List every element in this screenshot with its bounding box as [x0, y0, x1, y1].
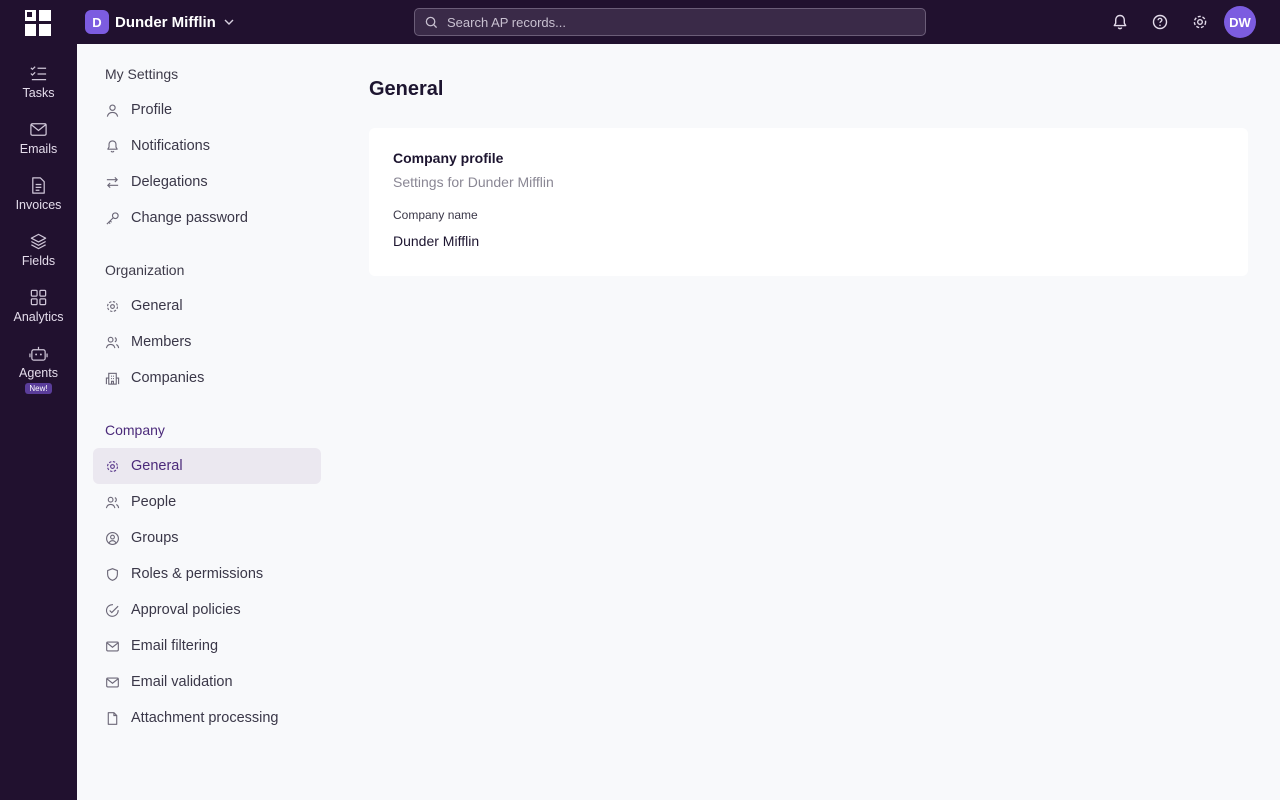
card-subtitle: Settings for Dunder Mifflin	[393, 174, 554, 190]
search-icon	[425, 16, 438, 28]
users-icon	[105, 336, 120, 348]
top-bar: D Dunder Mifflin DW	[0, 0, 1280, 44]
app-logo-icon[interactable]	[25, 10, 51, 36]
help-icon[interactable]	[1151, 13, 1169, 31]
nav-label: Attachment processing	[131, 710, 279, 726]
rail-item-tasks[interactable]: Tasks	[0, 64, 77, 114]
rail-label: Analytics	[13, 310, 64, 324]
rail-item-analytics[interactable]: Analytics	[0, 288, 77, 338]
user-circle-icon	[106, 531, 119, 545]
nav-label: Notifications	[131, 138, 210, 154]
nav-item-delegations[interactable]: Delegations	[93, 164, 321, 200]
nav-item-people[interactable]: People	[93, 484, 321, 520]
nav-item-org-general[interactable]: General	[93, 288, 321, 324]
nav-item-company-general[interactable]: General	[93, 448, 321, 484]
nav-item-approval-policies[interactable]: Approval policies	[93, 592, 321, 628]
user-avatar[interactable]: DW	[1224, 6, 1256, 38]
nav-item-roles-permissions[interactable]: Roles & permissions	[93, 556, 321, 592]
search-box[interactable]	[414, 8, 926, 36]
company-name-value: Dunder Mifflin	[393, 233, 480, 249]
nav-label: General	[131, 298, 183, 314]
swap-arrows-icon	[106, 176, 119, 188]
gear-icon	[106, 460, 119, 472]
nav-label: General	[131, 458, 183, 474]
rail-label: Tasks	[22, 86, 55, 100]
rail-label: Fields	[21, 254, 56, 268]
nav-label: Change password	[131, 210, 248, 226]
rail-item-agents[interactable]: Agents New!	[0, 344, 77, 400]
nav-label: Delegations	[131, 174, 208, 190]
mail-icon	[30, 123, 47, 136]
nav-item-members[interactable]: Members	[93, 324, 321, 360]
nav-item-groups[interactable]: Groups	[93, 520, 321, 556]
nav-item-companies[interactable]: Companies	[93, 360, 321, 396]
org-avatar: D	[85, 10, 109, 34]
app-rail: Tasks Emails Invoices Fields Analytics A…	[0, 44, 77, 800]
rail-item-fields[interactable]: Fields	[0, 232, 77, 282]
nav-label: Roles & permissions	[131, 566, 264, 582]
settings-icon[interactable]	[1191, 13, 1209, 31]
company-name-label: Company name	[393, 208, 478, 222]
nav-item-change-password[interactable]: Change password	[93, 200, 321, 236]
nav-item-attachment-processing[interactable]: Attachment processing	[93, 700, 321, 736]
rail-label: Agents	[19, 366, 58, 380]
section-title-my-settings: My Settings	[105, 66, 179, 82]
nav-label: People	[131, 494, 177, 510]
shield-icon	[107, 567, 118, 581]
company-profile-card: Company profile Settings for Dunder Miff…	[369, 128, 1248, 276]
rail-item-emails[interactable]: Emails	[0, 120, 77, 170]
org-switcher[interactable]: D Dunder Mifflin	[85, 10, 235, 34]
section-title-organization: Organization	[105, 262, 185, 278]
nav-item-notifications[interactable]: Notifications	[93, 128, 321, 164]
nav-item-profile[interactable]: Profile	[93, 92, 321, 128]
layers-icon	[30, 233, 47, 250]
nav-label: Groups	[131, 530, 179, 546]
chevron-down-icon	[224, 19, 234, 25]
new-badge: New!	[25, 383, 52, 394]
card-title: Company profile	[393, 150, 504, 166]
rail-label: Invoices	[15, 198, 62, 212]
nav-label: Email filtering	[131, 638, 219, 654]
mail-icon	[106, 677, 119, 687]
grid-icon	[30, 289, 47, 306]
tasks-icon	[30, 66, 47, 81]
building-icon	[105, 372, 120, 385]
check-circle-icon	[105, 603, 119, 617]
nav-label: Approval policies	[131, 602, 241, 618]
users-icon	[105, 496, 120, 508]
nav-label: Email validation	[131, 674, 233, 690]
rail-label: Emails	[19, 142, 58, 156]
nav-item-email-filtering[interactable]: Email filtering	[93, 628, 321, 664]
bell-icon	[107, 139, 118, 153]
key-icon	[106, 211, 119, 225]
org-name: Dunder Mifflin	[115, 13, 216, 31]
gear-icon	[106, 300, 119, 312]
section-title-company: Company	[105, 422, 165, 438]
file-icon	[107, 711, 118, 725]
nav-label: Profile	[131, 102, 173, 118]
mail-icon	[106, 641, 119, 651]
nav-label: Companies	[131, 370, 205, 386]
user-icon	[106, 104, 119, 117]
document-icon	[32, 177, 45, 194]
robot-icon	[29, 346, 48, 361]
nav-label: Members	[131, 334, 192, 350]
page-title: General	[369, 78, 444, 100]
rail-item-invoices[interactable]: Invoices	[0, 176, 77, 226]
search-input[interactable]	[447, 14, 907, 30]
nav-item-email-validation[interactable]: Email validation	[93, 664, 321, 700]
settings-nav: My Settings Profile Notifications Delega…	[77, 44, 349, 800]
bell-icon[interactable]	[1111, 13, 1129, 31]
